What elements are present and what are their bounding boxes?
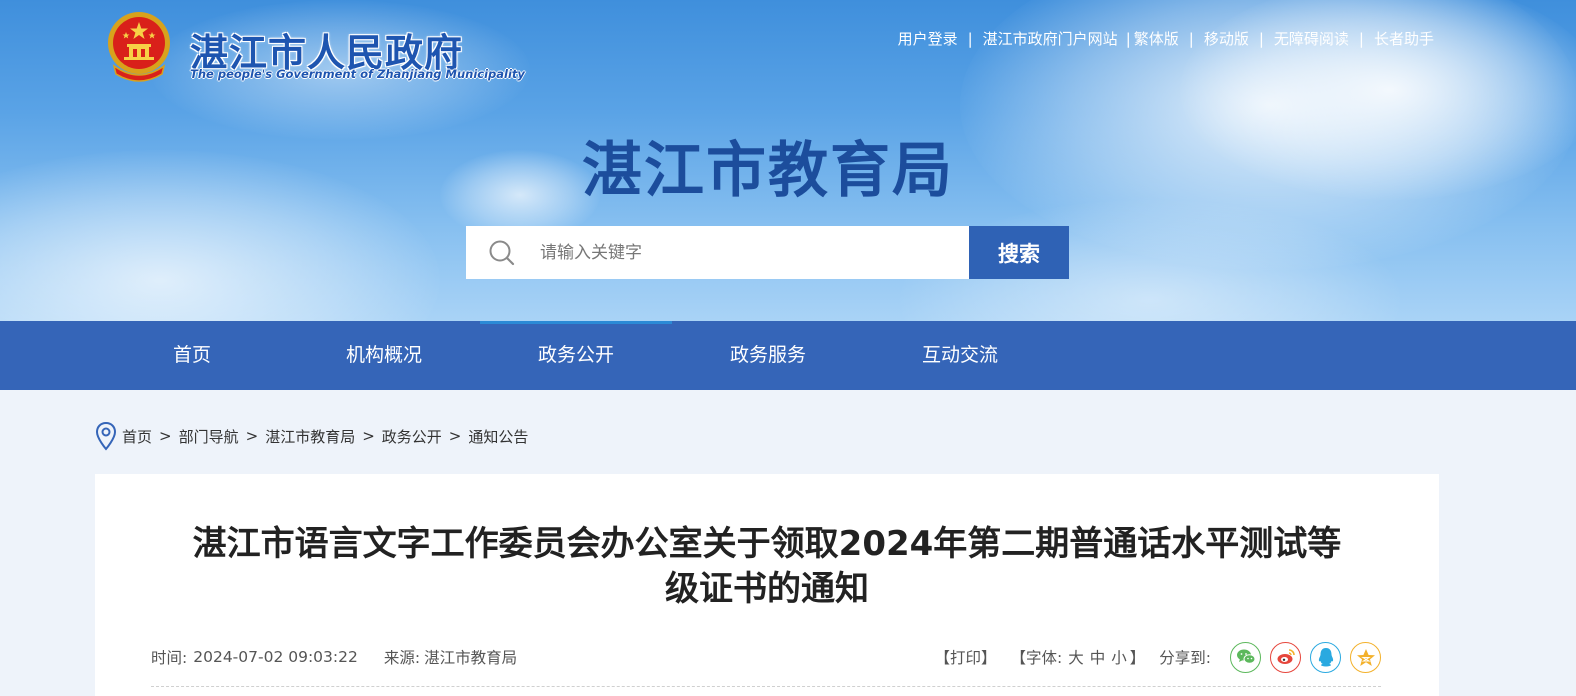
- search-button[interactable]: 搜索: [969, 226, 1069, 279]
- separator: |: [1188, 29, 1194, 48]
- time-label: 时间:: [151, 649, 188, 667]
- time-value: 2024-07-02 09:03:22: [193, 648, 358, 666]
- article-tools: 【打印】 【字体: 大 中 小 】 分享到:: [934, 641, 1381, 673]
- font-size-label: 【字体:: [1010, 649, 1063, 667]
- search-bar: 搜索: [466, 226, 1069, 279]
- separator: |: [1358, 29, 1364, 48]
- breadcrumb-separator: >: [245, 427, 259, 445]
- breadcrumb-separator: >: [362, 427, 375, 445]
- bureau-title: 湛江市教育局: [582, 136, 954, 206]
- header-banner: 湛江市人民政府 The people's Government of Zhanj…: [0, 0, 1576, 321]
- font-size-medium[interactable]: 中: [1090, 646, 1106, 668]
- font-size-close: 】: [1129, 649, 1146, 667]
- search-input[interactable]: [540, 242, 920, 263]
- location-pin-icon: [95, 421, 117, 451]
- article-title-line1: 湛江市语言文字工作委员会办公室关于领取2024年第二期普通话水平测试等: [192, 524, 1342, 564]
- nav-about[interactable]: 机构概况: [288, 321, 480, 390]
- breadcrumb-education-bureau[interactable]: 湛江市教育局: [265, 426, 355, 447]
- elderly-assistant-link[interactable]: 长者助手: [1374, 28, 1434, 49]
- breadcrumb-gov-affairs-open[interactable]: 政务公开: [382, 426, 442, 447]
- nav-home[interactable]: 首页: [96, 321, 288, 390]
- weibo-icon: [1277, 649, 1295, 664]
- login-link[interactable]: 用户登录: [898, 28, 958, 49]
- nav-gov-services[interactable]: 政务服务: [672, 321, 864, 390]
- breadcrumb: 首页 > 部门导航 > 湛江市教育局 > 政务公开 > 通知公告: [95, 420, 528, 452]
- breadcrumb-separator: >: [448, 427, 462, 445]
- breadcrumb-notices[interactable]: 通知公告: [468, 426, 528, 447]
- share-wechat-button[interactable]: [1230, 641, 1261, 673]
- search-box: [466, 226, 969, 279]
- meta-divider: [151, 686, 1381, 687]
- font-size-small[interactable]: 小: [1111, 646, 1127, 668]
- top-links: 用户登录 | 湛江市政府门户网站 | 繁体版 | 移动版 | 无障碍阅读 | 长…: [898, 28, 1434, 49]
- traditional-chinese-link[interactable]: 繁体版: [1134, 28, 1179, 49]
- national-emblem-icon: [108, 12, 170, 82]
- share-qzone-button[interactable]: [1350, 641, 1381, 673]
- wechat-icon: [1236, 649, 1255, 664]
- article-meta: 时间: 2024-07-02 09:03:22 来源: 湛江市教育局 【打印】 …: [151, 641, 1381, 673]
- gov-logo[interactable]: 湛江市人民政府 The people's Government of Zhanj…: [104, 10, 525, 86]
- separator: |: [967, 29, 973, 48]
- source-label: 来源:: [383, 649, 421, 667]
- separator: |: [1258, 29, 1264, 48]
- mobile-version-link[interactable]: 移动版: [1204, 28, 1249, 49]
- article-title: 湛江市语言文字工作委员会办公室关于领取2024年第二期普通话水平测试等 级证书的…: [135, 522, 1399, 612]
- accessibility-link[interactable]: 无障碍阅读: [1274, 28, 1349, 49]
- separator: |: [1125, 29, 1131, 48]
- breadcrumb-department-nav[interactable]: 部门导航: [179, 426, 239, 447]
- nav-gov-affairs-open[interactable]: 政务公开: [480, 321, 672, 390]
- article-title-line2: 级证书的通知: [665, 569, 869, 609]
- breadcrumb-separator: >: [159, 427, 172, 445]
- qzone-icon: [1356, 648, 1375, 666]
- gov-name-en: The people's Government of Zhanjiang Mun…: [190, 67, 525, 81]
- breadcrumb-home[interactable]: 首页: [122, 426, 152, 447]
- share-qq-button[interactable]: [1310, 641, 1341, 673]
- gov-portal-link[interactable]: 湛江市政府门户网站: [983, 28, 1118, 49]
- share-label: 分享到:: [1159, 649, 1211, 667]
- article-panel: 湛江市语言文字工作委员会办公室关于领取2024年第二期普通话水平测试等 级证书的…: [95, 474, 1439, 696]
- search-icon: [489, 240, 515, 265]
- nav-interaction[interactable]: 互动交流: [864, 321, 1056, 390]
- share-weibo-button[interactable]: [1270, 641, 1301, 673]
- qq-icon: [1318, 648, 1333, 667]
- font-size-large[interactable]: 大: [1068, 646, 1084, 668]
- source-value: 湛江市教育局: [424, 649, 518, 667]
- print-button[interactable]: 【打印】: [934, 646, 996, 668]
- main-nav: 首页 机构概况 政务公开 政务服务 互动交流: [0, 321, 1576, 390]
